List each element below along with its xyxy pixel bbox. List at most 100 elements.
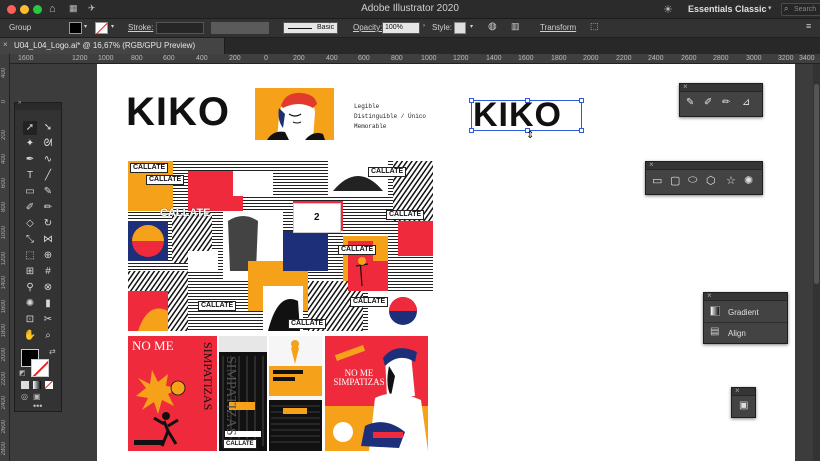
selection-handle[interactable] xyxy=(579,98,584,103)
line-segment-tool-icon[interactable]: ╱ xyxy=(41,169,55,183)
blend-tool-icon[interactable]: ⊗ xyxy=(41,281,55,295)
panel-header[interactable]: × xyxy=(680,82,762,92)
zoom-tool-icon[interactable]: ⌕ xyxy=(41,329,55,343)
width-tool-icon[interactable]: ⋈ xyxy=(41,233,55,247)
stroke-weight-field[interactable] xyxy=(156,22,204,34)
screen-mode-icon[interactable]: ▣ xyxy=(33,392,41,401)
vertical-scrollbar[interactable] xyxy=(813,64,820,461)
callate-collage[interactable]: CALLATE CALLATE CALLATE CALLATE CALLATE … xyxy=(128,161,433,331)
stroke-label[interactable]: Stroke: xyxy=(128,23,153,32)
kiko-logo-selected[interactable]: KIKO xyxy=(469,98,584,133)
smooth-tool-icon[interactable]: ✏ xyxy=(722,97,730,108)
selection-handle[interactable] xyxy=(579,128,584,133)
magic-wand-tool-icon[interactable]: ✦ xyxy=(23,137,37,151)
flare-icon[interactable]: ✺ xyxy=(744,174,753,187)
edit-toolbar-icon[interactable]: ••• xyxy=(33,401,42,411)
selection-handle[interactable] xyxy=(469,128,474,133)
drawing-mode-icon[interactable]: ◎ xyxy=(21,392,28,401)
poster-black[interactable]: SIMPATIZAS CALLATE xyxy=(219,336,267,451)
chevron-right-icon[interactable]: › xyxy=(423,23,425,29)
symbol-sprayer-tool-icon[interactable]: ✺ xyxy=(23,297,37,311)
isolate-group-icon[interactable]: ⬚ xyxy=(590,21,599,32)
toolbar-header[interactable]: » xyxy=(15,100,61,110)
panel-menu-icon[interactable]: ≡ xyxy=(806,21,811,31)
column-graph-tool-icon[interactable]: ▮ xyxy=(41,297,55,311)
poster-red-portrait[interactable]: NO ME SIMPATIZAS xyxy=(325,336,428,451)
type-tool-icon[interactable]: T xyxy=(23,169,37,183)
slice-tool-icon[interactable]: ✂ xyxy=(41,313,55,327)
horizontal-ruler[interactable]: 1600 1200 1000 800 600 400 200 0 200 400… xyxy=(10,54,820,64)
pencil-icon[interactable]: ✐ xyxy=(704,97,712,108)
panel-header[interactable]: × xyxy=(732,386,755,396)
kiko-logo[interactable]: KIKO xyxy=(126,92,230,132)
image-trace-icon[interactable]: ▣ xyxy=(739,400,748,411)
eraser-tool-icon[interactable]: ◇ xyxy=(23,217,37,231)
vertical-ruler[interactable]: 400 0 200 400 600 800 1000 1200 1400 160… xyxy=(0,54,10,461)
polygon-icon[interactable]: ⬡ xyxy=(706,174,716,187)
gradient-mode-icon[interactable] xyxy=(33,381,41,389)
swap-fill-stroke-icon[interactable]: ⇄ xyxy=(49,347,56,356)
fill-swatch[interactable] xyxy=(69,22,82,34)
artboard[interactable]: KIKO Legible Distinguible / Único Memora… xyxy=(97,64,795,461)
mesh-tool-icon[interactable]: # xyxy=(41,265,55,279)
free-transform-tool-icon[interactable]: ⬚ xyxy=(23,249,37,263)
rotate-tool-icon[interactable]: ↻ xyxy=(41,217,55,231)
poster-red[interactable]: NO ME SIMPATIZAS xyxy=(128,336,217,451)
portrait-illustration[interactable] xyxy=(255,88,334,140)
blob-brush-icon[interactable]: ✎ xyxy=(686,97,694,108)
chevron-down-icon[interactable]: ▾ xyxy=(84,23,87,30)
rectangle-tool-icon[interactable]: ▭ xyxy=(23,185,37,199)
curvature-tool-icon[interactable]: ∿ xyxy=(41,153,55,167)
gradient-panel-tab[interactable]: Gradient xyxy=(704,303,787,323)
rounded-rectangle-icon[interactable]: ▢ xyxy=(670,174,680,187)
variable-width-profile[interactable] xyxy=(211,22,269,34)
chevron-down-icon[interactable]: ▾ xyxy=(470,23,473,30)
close-panel-icon[interactable]: × xyxy=(683,82,688,91)
align-panel-tab[interactable]: ▤ Align xyxy=(704,324,787,343)
stroke-swatch[interactable] xyxy=(95,22,109,35)
none-mode-icon[interactable] xyxy=(45,381,53,389)
pencil-tool-icon[interactable]: ✏ xyxy=(41,201,55,215)
shaper-tool-icon[interactable]: ✐ xyxy=(23,201,37,215)
selection-handle[interactable] xyxy=(525,98,530,103)
lightbulb-icon[interactable]: ☀ xyxy=(663,3,673,16)
opacity-label[interactable]: Opacity: xyxy=(353,23,382,32)
lasso-tool-icon[interactable]: ᘛ xyxy=(41,137,55,151)
close-tab-icon[interactable]: × xyxy=(3,40,8,49)
poster-orange[interactable] xyxy=(269,336,322,451)
panel-header[interactable]: × xyxy=(646,160,762,170)
close-panel-icon[interactable]: × xyxy=(735,386,740,395)
recolor-artwork-icon[interactable]: ◍ xyxy=(488,21,497,32)
perspective-grid-tool-icon[interactable]: ⊞ xyxy=(23,265,37,279)
brush-definition[interactable]: Basic xyxy=(283,22,338,34)
close-panel-icon[interactable]: × xyxy=(707,291,712,300)
paintbrush-tool-icon[interactable]: ✎ xyxy=(41,185,55,199)
default-fill-stroke-icon[interactable]: ◩ xyxy=(19,369,26,377)
artboard-tool-icon[interactable]: ⊡ xyxy=(23,313,37,327)
hand-tool-icon[interactable]: ✋ xyxy=(23,329,37,343)
opacity-field[interactable]: 100% xyxy=(382,22,420,34)
document-tab[interactable]: × U04_L04_Logo.ai* @ 16,67% (RGB/GPU Pre… xyxy=(0,38,225,54)
chevron-down-icon[interactable]: ▾ xyxy=(111,23,114,30)
collapse-icon[interactable]: » xyxy=(18,100,21,106)
join-tool-icon[interactable]: ⊿ xyxy=(742,97,750,108)
rectangle-icon[interactable]: ▭ xyxy=(652,174,662,187)
stroke-color-swatch[interactable] xyxy=(31,359,49,377)
scale-tool-icon[interactable]: ⤡ xyxy=(23,233,37,247)
workspace-switcher[interactable]: Essentials Classic xyxy=(688,4,767,14)
scrollbar-thumb[interactable] xyxy=(814,84,819,284)
chevron-down-icon[interactable]: ▾ xyxy=(768,4,772,12)
graphic-style-swatch[interactable] xyxy=(454,22,466,34)
panel-header[interactable]: × xyxy=(704,291,787,301)
selection-handle[interactable] xyxy=(469,98,474,103)
tagline[interactable]: Legible Distinguible / Único Memorable xyxy=(354,102,426,132)
transform-link[interactable]: Transform xyxy=(540,23,576,32)
shape-builder-tool-icon[interactable]: ⊕ xyxy=(41,249,55,263)
ellipse-icon[interactable]: ⬭ xyxy=(688,174,697,187)
eyedropper-tool-icon[interactable]: ⚲ xyxy=(23,281,37,295)
selection-tool-icon[interactable]: ➚ xyxy=(23,121,37,135)
direct-selection-tool-icon[interactable]: ➘ xyxy=(41,121,55,135)
star-icon[interactable]: ☆ xyxy=(726,174,736,187)
color-mode-icon[interactable] xyxy=(21,381,29,389)
pen-tool-icon[interactable]: ✒ xyxy=(23,153,37,167)
